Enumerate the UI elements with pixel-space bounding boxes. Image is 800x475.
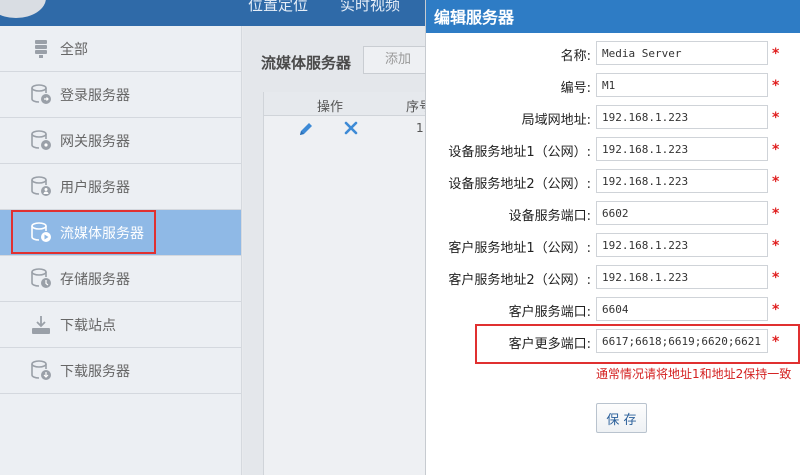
client-address-2-input[interactable] — [596, 265, 768, 289]
nav-location[interactable]: 位置定位 — [248, 0, 308, 15]
sidebar-item-label: 下载服务器 — [60, 363, 130, 380]
gateway-server-icon — [30, 129, 52, 152]
field-row-client-address-1: 客户服务地址1（公网）: * — [426, 233, 800, 257]
sidebar-item-all[interactable]: 全部 — [0, 26, 241, 72]
page-title: 流媒体服务器 — [261, 54, 352, 72]
field-row-client-port: 客户服务端口: * — [426, 297, 800, 321]
field-label: 编号: — [560, 81, 591, 96]
field-label: 客户服务端口: — [508, 305, 591, 320]
field-label: 客户更多端口: — [508, 337, 591, 352]
field-row-name: 名称: * — [426, 41, 800, 65]
sidebar-item-gateway-server[interactable]: 网关服务器 — [0, 118, 241, 164]
field-row-device-address-1: 设备服务地址1（公网）: * — [426, 137, 800, 161]
required-mark: * — [772, 334, 780, 350]
field-row-code: 编号: * — [426, 73, 800, 97]
sidebar-item-label: 网关服务器 — [60, 133, 130, 150]
save-button[interactable]: 保 存 — [596, 403, 647, 433]
table-header: 操作 序号 — [264, 92, 443, 116]
field-label: 客户服务地址1（公网）: — [448, 241, 591, 256]
name-input[interactable] — [596, 41, 768, 65]
dialog-title: 编辑服务器 — [426, 0, 800, 33]
table-row: 1 — [264, 116, 443, 144]
sidebar-item-download-site[interactable]: 下载站点 — [0, 302, 241, 348]
required-mark: * — [772, 78, 780, 94]
device-address-2-input[interactable] — [596, 169, 768, 193]
nav-live-video[interactable]: 实时视频 — [340, 0, 400, 15]
field-row-client-address-2: 客户服务地址2（公网）: * — [426, 265, 800, 289]
user-server-icon — [30, 175, 52, 198]
delete-icon[interactable] — [344, 121, 358, 139]
client-more-ports-input[interactable] — [596, 329, 768, 353]
field-label: 设备服务端口: — [508, 209, 591, 224]
storage-server-icon — [30, 267, 52, 290]
client-address-1-input[interactable] — [596, 233, 768, 257]
edit-server-dialog: 编辑服务器 名称: * 编号: * 局域网地址: * 设备服务地址1（公网）: … — [425, 0, 800, 475]
client-port-input[interactable] — [596, 297, 768, 321]
highlight-box — [11, 210, 156, 254]
sidebar-item-login-server[interactable]: 登录服务器 — [0, 72, 241, 118]
sidebar-item-label: 下载站点 — [60, 317, 116, 334]
download-server-icon — [30, 359, 52, 382]
field-label: 客户服务地址2（公网）: — [448, 273, 591, 288]
login-server-icon — [30, 83, 52, 106]
field-row-device-port: 设备服务端口: * — [426, 201, 800, 225]
field-label: 名称: — [560, 49, 591, 64]
sidebar-item-label: 全部 — [60, 41, 88, 58]
col-action-header: 操作 — [317, 100, 344, 115]
server-icon — [30, 38, 52, 60]
field-row-lan-address: 局域网地址: * — [426, 105, 800, 129]
field-label: 设备服务地址1（公网）: — [448, 145, 591, 160]
field-label: 局域网地址: — [521, 113, 591, 128]
sidebar-item-download-server[interactable]: 下载服务器 — [0, 348, 241, 394]
sidebar-item-media-server[interactable]: 流媒体服务器 — [0, 210, 241, 256]
lan-address-input[interactable] — [596, 105, 768, 129]
sidebar-item-storage-server[interactable]: 存储服务器 — [0, 256, 241, 302]
required-mark: * — [772, 46, 780, 62]
download-site-icon — [30, 314, 52, 336]
field-row-device-address-2: 设备服务地址2（公网）: * — [426, 169, 800, 193]
sidebar-item-label: 用户服务器 — [60, 179, 130, 196]
required-mark: * — [772, 206, 780, 222]
sidebar: 全部 登录服务器 网关服务器 用户服务器 流媒体服务器 存储服务器 下载站点 下… — [0, 26, 242, 475]
server-table: 操作 序号 1 — [263, 92, 443, 475]
address-hint: 通常情况请将地址1和地址2保持一致 — [596, 367, 792, 381]
sidebar-item-label: 存储服务器 — [60, 271, 130, 288]
device-address-1-input[interactable] — [596, 137, 768, 161]
required-mark: * — [772, 302, 780, 318]
required-mark: * — [772, 142, 780, 158]
required-mark: * — [772, 110, 780, 126]
required-mark: * — [772, 174, 780, 190]
logo — [0, 0, 46, 18]
sidebar-item-user-server[interactable]: 用户服务器 — [0, 164, 241, 210]
row-index: 1 — [416, 121, 424, 135]
device-port-input[interactable] — [596, 201, 768, 225]
field-row-client-more-ports: 客户更多端口: * — [426, 329, 800, 353]
edit-icon[interactable] — [298, 121, 314, 141]
sidebar-item-label: 登录服务器 — [60, 87, 130, 104]
required-mark: * — [772, 270, 780, 286]
add-button[interactable]: 添加 — [363, 46, 433, 74]
code-input[interactable] — [596, 73, 768, 97]
required-mark: * — [772, 238, 780, 254]
field-label: 设备服务地址2（公网）: — [448, 177, 591, 192]
